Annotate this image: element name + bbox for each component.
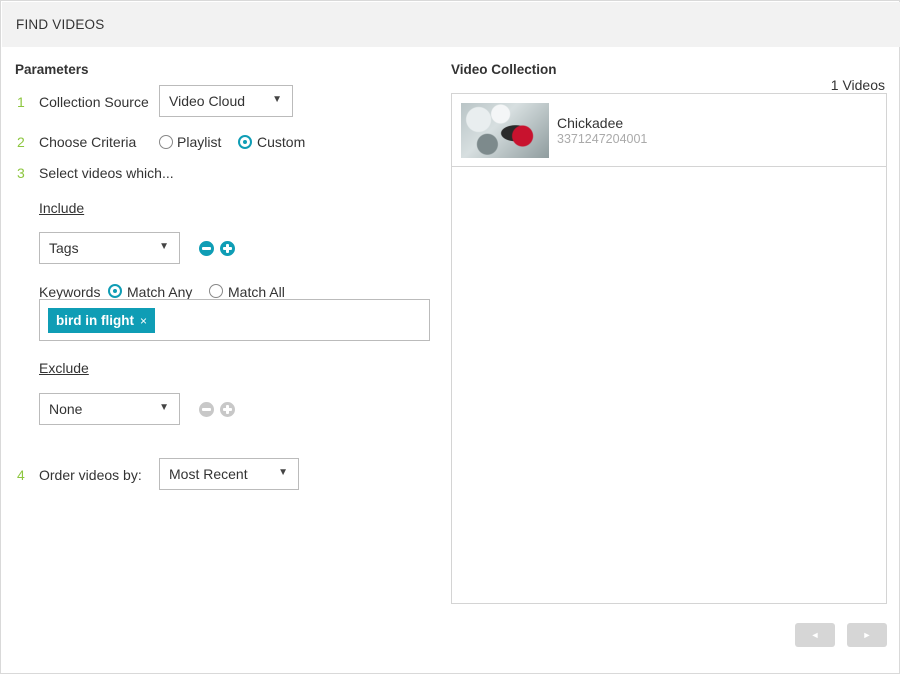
collection-source-value: Video Cloud [169,93,246,109]
collection-source-select[interactable]: Video Cloud ▼ [159,85,293,117]
step-number-1: 1 [17,94,25,110]
video-title: Chickadee [557,115,624,131]
include-label: Include [39,200,85,216]
match-all-radio[interactable] [209,284,223,298]
add-include-button[interactable] [220,241,235,256]
chevron-down-icon: ▼ [159,241,169,252]
parameters-heading: Parameters [15,62,89,77]
match-any-radio[interactable] [108,284,122,298]
video-count: 1 Videos [830,77,885,93]
select-videos-label: Select videos which... [39,165,174,181]
list-item[interactable]: Chickadee 3371247204001 [452,94,886,167]
chevron-down-icon: ▼ [272,94,282,105]
chevron-down-icon: ▼ [278,467,288,478]
remove-exclude-button[interactable] [199,402,214,417]
exclude-field-value: None [49,401,83,417]
match-any-label[interactable]: Match Any [127,284,192,300]
next-page-button[interactable]: ► [847,623,887,647]
step-number-4: 4 [17,467,25,483]
prev-page-button[interactable]: ◄ [795,623,835,647]
include-field-value: Tags [49,240,79,256]
video-thumbnail [461,103,549,158]
keyword-tag-chip[interactable]: bird in flight × [48,308,155,333]
order-by-select[interactable]: Most Recent ▼ [159,458,299,490]
custom-radio[interactable] [238,135,252,149]
keyword-tag-label: bird in flight [56,313,134,328]
video-collection-heading: Video Collection [451,62,557,77]
keywords-label: Keywords [39,284,101,300]
minus-icon [202,247,211,250]
custom-radio-label[interactable]: Custom [257,134,305,150]
collection-source-label: Collection Source [39,94,149,110]
plus-icon-vertical [226,244,229,253]
dialog-title: FIND VIDEOS [16,17,105,32]
minus-icon [202,408,211,411]
exclude-label: Exclude [39,360,89,376]
choose-criteria-label: Choose Criteria [39,134,137,150]
remove-include-button[interactable] [199,241,214,256]
close-icon[interactable]: × [140,314,147,328]
order-videos-label: Order videos by: [39,467,142,483]
step-number-2: 2 [17,134,25,150]
add-exclude-button[interactable] [220,402,235,417]
keywords-input[interactable]: bird in flight × [39,299,430,341]
plus-icon-vertical [226,405,229,414]
exclude-field-select[interactable]: None ▼ [39,393,180,425]
playlist-radio[interactable] [159,135,173,149]
video-id: 3371247204001 [557,132,648,146]
order-by-value: Most Recent [169,466,248,482]
include-field-select[interactable]: Tags ▼ [39,232,180,264]
dialog-header: FIND VIDEOS [2,2,900,47]
arrow-left-icon: ◄ [810,630,820,640]
arrow-right-icon: ► [862,630,872,640]
playlist-radio-label[interactable]: Playlist [177,134,221,150]
step-number-3: 3 [17,165,25,181]
chevron-down-icon: ▼ [159,402,169,413]
find-videos-dialog: FIND VIDEOS Parameters 1 Collection Sour… [0,0,900,674]
video-collection-list[interactable]: Chickadee 3371247204001 [451,93,887,604]
match-all-label[interactable]: Match All [228,284,285,300]
